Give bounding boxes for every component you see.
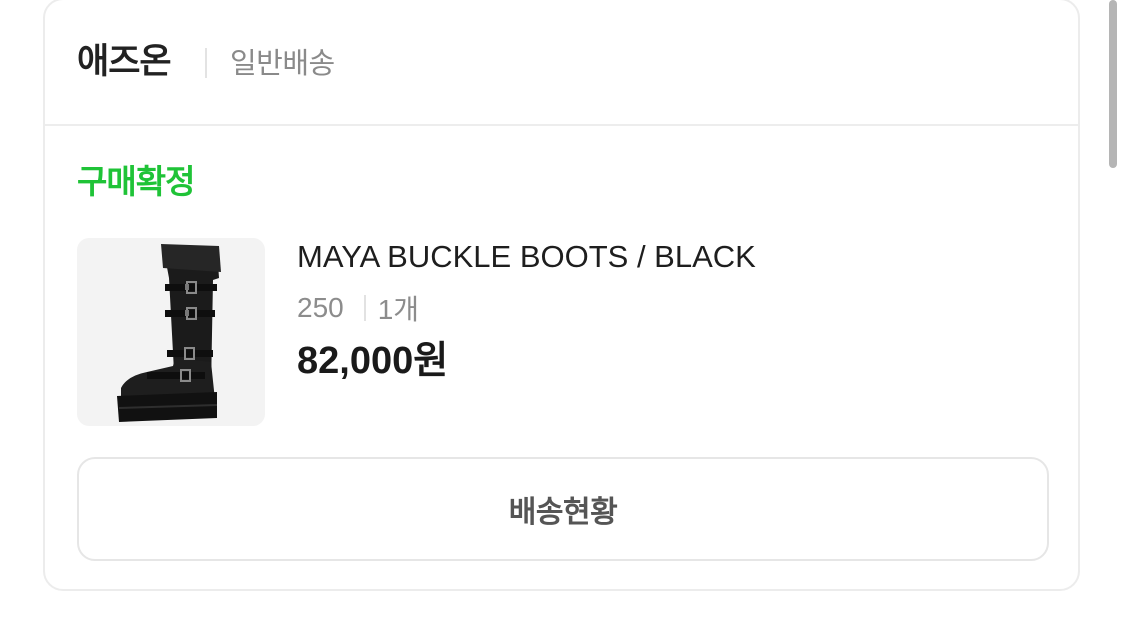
scrollbar[interactable] xyxy=(1109,0,1117,168)
header-divider xyxy=(205,48,207,78)
card-header: 애즈온 일반배송 xyxy=(45,0,1078,126)
order-status-label: 구매확정 xyxy=(77,162,195,201)
shipping-type-label: 일반배송 xyxy=(230,46,335,80)
product-size: 250 xyxy=(297,292,344,323)
page: 애즈온 일반배송 구매확정 MAYA BUCKLE BOOTS / BLACK … xyxy=(0,0,1125,621)
product-options: 250 1개 xyxy=(297,288,419,328)
option-divider xyxy=(363,295,366,321)
delivery-status-button[interactable]: 배송현황 xyxy=(77,457,1049,561)
product-name[interactable]: MAYA BUCKLE BOOTS / BLACK xyxy=(297,236,756,278)
boot-image-icon xyxy=(117,244,221,422)
product-thumbnail[interactable] xyxy=(77,238,265,426)
product-quantity: 1개 xyxy=(377,294,420,325)
product-price: 82,000원 xyxy=(297,340,449,382)
order-card: 애즈온 일반배송 구매확정 MAYA BUCKLE BOOTS / BLACK … xyxy=(43,0,1080,591)
seller-name[interactable]: 애즈온 xyxy=(77,40,172,84)
